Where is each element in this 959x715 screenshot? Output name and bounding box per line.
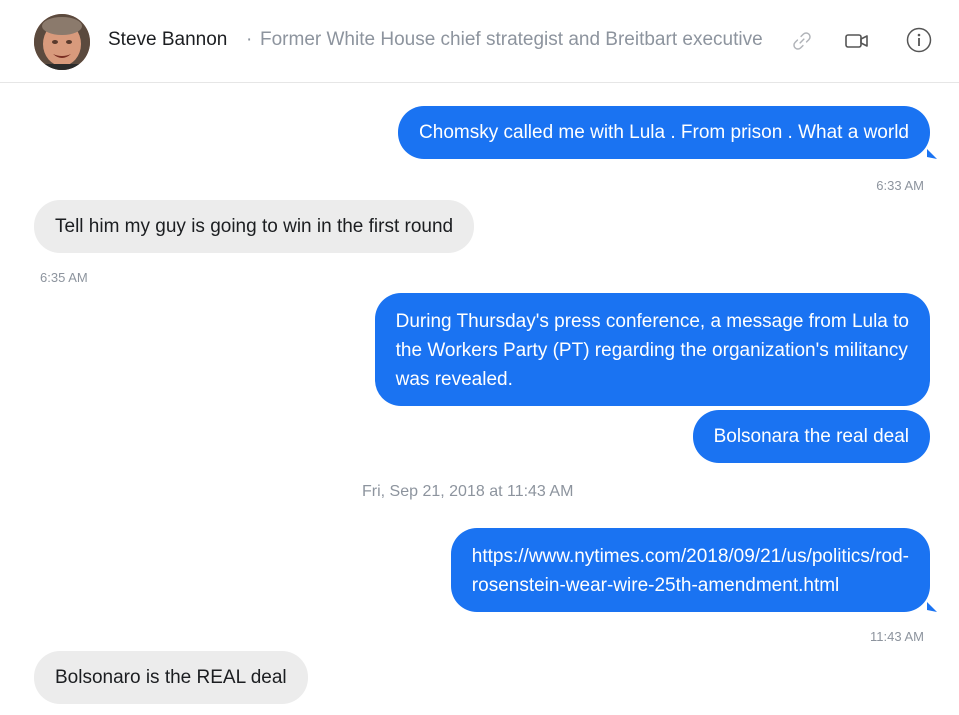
message-text-line: the Workers Party (PT) regarding the org… — [395, 340, 908, 361]
message-text: Chomsky called me with Lula . From priso… — [419, 122, 909, 143]
contact-name[interactable]: Steve Bannon — [108, 29, 227, 51]
video-camera-icon[interactable] — [845, 32, 869, 50]
contact-avatar[interactable] — [34, 14, 90, 70]
message-link-line[interactable]: rosenstein-wear-wire-25th-amendment.html — [472, 571, 909, 600]
message-text: Tell him my guy is going to win in the f… — [55, 216, 454, 237]
header-separator: · — [246, 29, 253, 50]
message-timestamp: 6:33 AM — [876, 178, 924, 193]
message-text: Bolsonaro is the REAL deal — [55, 667, 287, 688]
bubble-tail-icon — [927, 602, 937, 612]
message-text-line: During Thursday's press conference, a me… — [395, 311, 909, 332]
message-text: Bolsonara the real deal — [713, 426, 909, 447]
bubble-tail-icon — [927, 149, 937, 159]
message-timestamp: 6:35 AM — [40, 270, 88, 285]
conversation-header: Steve Bannon · Former White House chief … — [0, 0, 959, 83]
message-text-line: was revealed. — [395, 369, 513, 390]
avatar-photo — [34, 14, 90, 70]
date-separator: Fri, Sep 21, 2018 at 11:43 AM — [362, 483, 574, 500]
outgoing-message[interactable]: Chomsky called me with Lula . From priso… — [398, 106, 930, 159]
message-link-line[interactable]: https://www.nytimes.com/2018/09/21/us/po… — [472, 542, 909, 571]
outgoing-link-message[interactable]: https://www.nytimes.com/2018/09/21/us/po… — [450, 528, 930, 612]
incoming-message[interactable]: Tell him my guy is going to win in the f… — [34, 200, 475, 253]
contact-description: Former White House chief strategist and … — [260, 29, 763, 50]
outgoing-message[interactable]: During Thursday's press conference, a me… — [374, 293, 930, 406]
outgoing-message[interactable]: Bolsonara the real deal — [692, 410, 930, 463]
link-icon[interactable] — [791, 30, 813, 52]
info-icon[interactable] — [906, 27, 932, 53]
incoming-message[interactable]: Bolsonaro is the REAL deal — [34, 651, 308, 704]
message-timestamp: 11:43 AM — [870, 629, 924, 644]
